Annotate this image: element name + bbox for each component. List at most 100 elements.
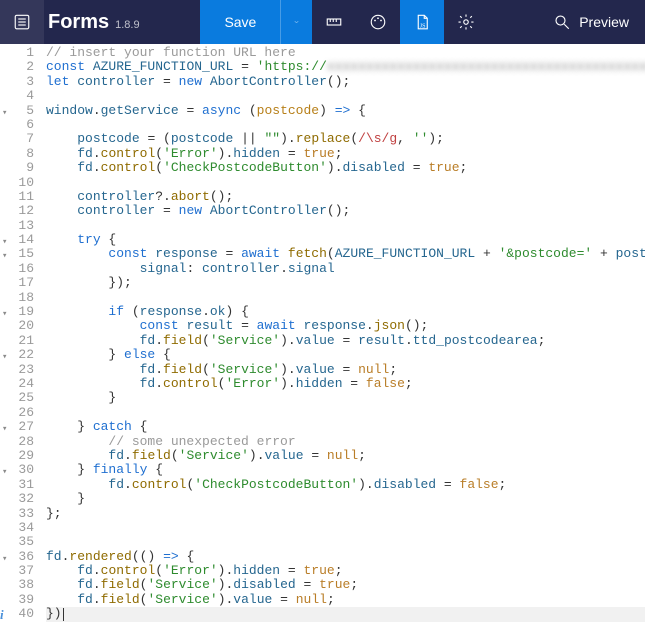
code-line[interactable]: fd.control('Error').hidden = true;	[46, 147, 645, 161]
save-button-label: Save	[224, 14, 256, 30]
code-line[interactable]: const AZURE_FUNCTION_URL = 'https://xxxx…	[46, 60, 645, 74]
code-line[interactable]: try {	[46, 233, 645, 247]
line-number: 17	[4, 276, 34, 290]
code-line[interactable]: fd.field('Service').value = result.ttd_p…	[46, 334, 645, 348]
toolbar-spacer-right	[488, 0, 537, 44]
code-line[interactable]: } else {	[46, 348, 645, 362]
code-line[interactable]	[46, 406, 645, 420]
line-number: 19▾	[4, 305, 34, 319]
line-number: 32	[4, 492, 34, 506]
code-line[interactable]	[46, 521, 645, 535]
code-line[interactable]	[46, 176, 645, 190]
chevron-down-icon	[293, 13, 300, 31]
line-number: 26	[4, 406, 34, 420]
code-line[interactable]: } catch {	[46, 420, 645, 434]
save-dropdown-button[interactable]	[280, 0, 312, 44]
code-line[interactable]: fd.field('Service').value = null;	[46, 449, 645, 463]
app-title: Forms 1.8.9	[44, 0, 152, 44]
code-line[interactable]	[46, 535, 645, 549]
code-line[interactable]: fd.field('Service').disabled = true;	[46, 578, 645, 592]
line-number: 30▾	[4, 463, 34, 477]
code-line[interactable]: fd.control('CheckPostcodeButton').disabl…	[46, 161, 645, 175]
theme-button[interactable]	[356, 0, 400, 44]
line-number: 25	[4, 391, 34, 405]
line-number-gutter: 12345▾67891011121314▾15▾16171819▾202122▾…	[0, 44, 40, 623]
svg-text:JS: JS	[420, 23, 426, 29]
code-line[interactable]	[46, 118, 645, 132]
line-number: 7	[4, 132, 34, 146]
info-icon: i	[0, 608, 4, 622]
line-number: 15▾	[4, 247, 34, 261]
line-number: 10	[4, 176, 34, 190]
code-line[interactable]: fd.control('Error').hidden = true;	[46, 564, 645, 578]
line-number: 18	[4, 291, 34, 305]
line-number: 1	[4, 46, 34, 60]
app-version: 1.8.9	[115, 19, 139, 31]
line-number: 37	[4, 564, 34, 578]
save-button[interactable]: Save	[200, 0, 280, 44]
script-button[interactable]: JS	[400, 0, 444, 44]
code-line[interactable]: fd.field('Service').value = null;	[46, 593, 645, 607]
line-number: 4	[4, 89, 34, 103]
settings-button[interactable]	[444, 0, 488, 44]
app-menu-button[interactable]	[0, 0, 44, 44]
script-icon: JS	[413, 13, 431, 31]
search-icon	[553, 13, 571, 31]
app-toolbar: Forms 1.8.9 Save JS Preview	[0, 0, 645, 44]
code-line[interactable]: postcode = (postcode || "").replace(/\s/…	[46, 132, 645, 146]
ruler-icon	[325, 13, 343, 31]
code-line[interactable]: if (response.ok) {	[46, 305, 645, 319]
line-number: 20	[4, 319, 34, 333]
code-line[interactable]: // some unexpected error	[46, 435, 645, 449]
preview-button-label: Preview	[579, 14, 629, 30]
code-area[interactable]: // insert your function URL hereconst AZ…	[40, 44, 645, 623]
code-line[interactable]: fd.rendered(() => {	[46, 550, 645, 564]
line-number: 5▾	[4, 104, 34, 118]
code-line[interactable]: let controller = new AbortController();	[46, 75, 645, 89]
line-number: 8	[4, 147, 34, 161]
palette-icon	[369, 13, 387, 31]
line-number: 23	[4, 363, 34, 377]
code-line[interactable]: fd.control('CheckPostcodeButton').disabl…	[46, 478, 645, 492]
line-number: 22▾	[4, 348, 34, 362]
code-line[interactable]: controller?.abort();	[46, 190, 645, 204]
text-cursor	[63, 608, 64, 621]
line-number: 27▾	[4, 420, 34, 434]
code-line[interactable]: };	[46, 507, 645, 521]
line-number: 34	[4, 521, 34, 535]
toolbar-spacer-left	[152, 0, 201, 44]
code-line[interactable]	[46, 219, 645, 233]
code-line[interactable]: const result = await response.json();	[46, 319, 645, 333]
preview-button[interactable]: Preview	[537, 0, 645, 44]
line-number: 24	[4, 377, 34, 391]
line-number: 9	[4, 161, 34, 175]
line-number: 14▾	[4, 233, 34, 247]
code-line[interactable]: signal: controller.signal	[46, 262, 645, 276]
code-line[interactable]: const response = await fetch(AZURE_FUNCT…	[46, 247, 645, 261]
code-line[interactable]: fd.control('Error').hidden = false;	[46, 377, 645, 391]
line-number: 11	[4, 190, 34, 204]
code-line[interactable]: })	[46, 607, 645, 621]
code-line[interactable]: });	[46, 276, 645, 290]
line-number: 40i	[4, 607, 34, 621]
ruler-button[interactable]	[312, 0, 356, 44]
menu-icon	[13, 13, 31, 31]
code-line[interactable]: fd.field('Service').value = null;	[46, 363, 645, 377]
code-line[interactable]: }	[46, 391, 645, 405]
line-number: 35	[4, 535, 34, 549]
line-number: 36▾	[4, 550, 34, 564]
line-number: 12	[4, 204, 34, 218]
line-number: 39	[4, 593, 34, 607]
code-line[interactable]: window.getService = async (postcode) => …	[46, 104, 645, 118]
line-number: 28	[4, 435, 34, 449]
code-line[interactable]: } finally {	[46, 463, 645, 477]
code-line[interactable]: }	[46, 492, 645, 506]
line-number: 16	[4, 262, 34, 276]
code-line[interactable]: controller = new AbortController();	[46, 204, 645, 218]
code-editor[interactable]: 12345▾67891011121314▾15▾16171819▾202122▾…	[0, 44, 645, 623]
gear-icon	[457, 13, 475, 31]
line-number: 21	[4, 334, 34, 348]
line-number: 3	[4, 75, 34, 89]
code-line[interactable]	[46, 291, 645, 305]
code-line[interactable]	[46, 89, 645, 103]
